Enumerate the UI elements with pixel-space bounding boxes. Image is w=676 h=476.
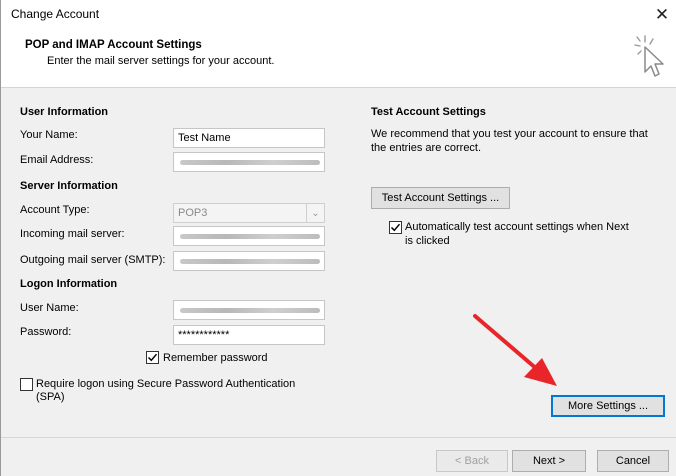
header-subtitle: Enter the mail server settings for your … <box>47 55 275 67</box>
checkmark-icon <box>390 223 401 232</box>
server-info-heading: Server Information <box>20 180 118 192</box>
incoming-server-label: Incoming mail server: <box>20 228 125 240</box>
account-type-label: Account Type: <box>20 204 90 216</box>
auto-test-label-line2: is clicked <box>405 235 450 247</box>
title-bar: Change Account ✕ <box>1 0 676 30</box>
test-settings-desc-line1: We recommend that you test your account … <box>371 128 648 140</box>
logon-info-heading: Logon Information <box>20 278 118 290</box>
email-address-label: Email Address: <box>20 154 94 166</box>
window-title: Change Account <box>11 7 100 21</box>
user-name-input[interactable] <box>173 300 325 320</box>
user-info-heading: User Information <box>20 106 109 118</box>
email-address-input[interactable] <box>173 152 325 172</box>
auto-test-checkbox[interactable] <box>389 221 402 234</box>
test-account-settings-button[interactable]: Test Account Settings ... <box>371 187 510 209</box>
password-label: Password: <box>20 326 72 338</box>
your-name-label: Your Name: <box>20 129 78 141</box>
next-button[interactable]: Next > <box>512 450 586 472</box>
close-button[interactable]: ✕ <box>647 0 676 30</box>
incoming-server-input[interactable] <box>173 226 325 246</box>
password-input[interactable] <box>173 325 325 345</box>
outgoing-server-input[interactable] <box>173 251 325 271</box>
cancel-button[interactable]: Cancel <box>597 450 669 472</box>
checkmark-icon <box>147 353 158 362</box>
test-settings-heading: Test Account Settings <box>371 106 486 118</box>
account-type-select: POP3 ⌄ <box>173 203 325 223</box>
chevron-down-icon: ⌄ <box>306 204 324 222</box>
your-name-input[interactable] <box>173 128 325 148</box>
remember-password-label: Remember password <box>163 352 268 364</box>
header-title: POP and IMAP Account Settings <box>25 39 202 51</box>
spa-checkbox[interactable] <box>20 378 33 391</box>
red-arrow-annotation <box>473 314 557 386</box>
auto-test-label-line1: Automatically test account settings when… <box>405 221 629 233</box>
account-type-value: POP3 <box>178 207 208 219</box>
footer-divider <box>1 437 676 438</box>
spa-label-line1: Require logon using Secure Password Auth… <box>36 378 296 390</box>
spa-label-line2: (SPA) <box>36 391 65 403</box>
test-settings-desc-line2: the entries are correct. <box>371 142 482 154</box>
back-button[interactable]: < Back <box>436 450 508 472</box>
user-name-label: User Name: <box>20 302 79 314</box>
change-account-dialog: Change Account ✕ POP and IMAP Account Se… <box>0 0 676 476</box>
more-settings-button[interactable]: More Settings ... <box>551 395 665 417</box>
cursor-click-icon <box>634 35 664 77</box>
remember-password-checkbox[interactable] <box>146 351 159 364</box>
close-icon: ✕ <box>654 5 670 24</box>
dialog-header: POP and IMAP Account Settings Enter the … <box>1 30 676 88</box>
outgoing-server-label: Outgoing mail server (SMTP): <box>20 254 166 266</box>
